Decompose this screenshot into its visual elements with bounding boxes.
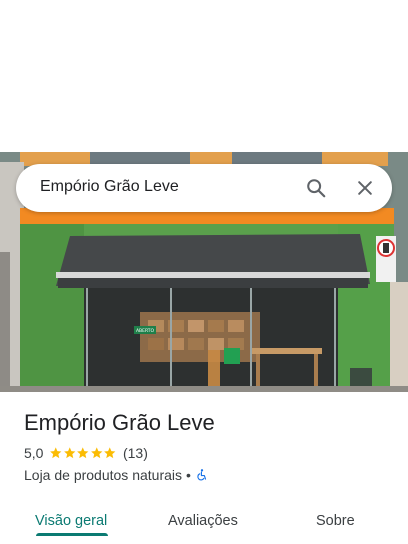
active-tab-indicator — [36, 533, 108, 536]
close-icon — [358, 181, 372, 195]
star-icon — [91, 447, 103, 459]
star-icon — [104, 447, 116, 459]
place-tabs: Visão geral Avaliações Sobre — [0, 500, 408, 544]
place-title: Empório Grão Leve — [24, 410, 215, 435]
close-button[interactable] — [351, 174, 379, 202]
star-icon — [77, 447, 89, 459]
wheelchair-icon — [197, 469, 206, 481]
rating-value: 5,0 — [24, 445, 44, 461]
search-input[interactable]: Empório Grão Leve — [40, 178, 179, 196]
place-info-panel: Empório Grão Leve 5,0 (13) Loja de produ… — [0, 392, 408, 544]
tab-overview[interactable]: Visão geral — [35, 513, 107, 529]
rating-stars — [49, 446, 117, 460]
search-bar[interactable]: Empório Grão Leve — [16, 164, 392, 212]
star-icon — [50, 447, 62, 459]
open-sign: ABERTO — [136, 328, 155, 334]
place-category: Loja de produtos naturais — [24, 467, 182, 483]
search-button[interactable] — [302, 174, 330, 202]
review-count[interactable]: (13) — [123, 445, 148, 461]
search-icon — [307, 179, 326, 198]
rating-row[interactable]: 5,0 (13) — [24, 444, 148, 462]
tab-about[interactable]: Sobre — [316, 513, 355, 529]
tab-reviews[interactable]: Avaliações — [168, 513, 238, 529]
star-icon — [64, 447, 76, 459]
category-row: Loja de produtos naturais • — [24, 466, 209, 484]
separator-dot: • — [186, 467, 191, 483]
